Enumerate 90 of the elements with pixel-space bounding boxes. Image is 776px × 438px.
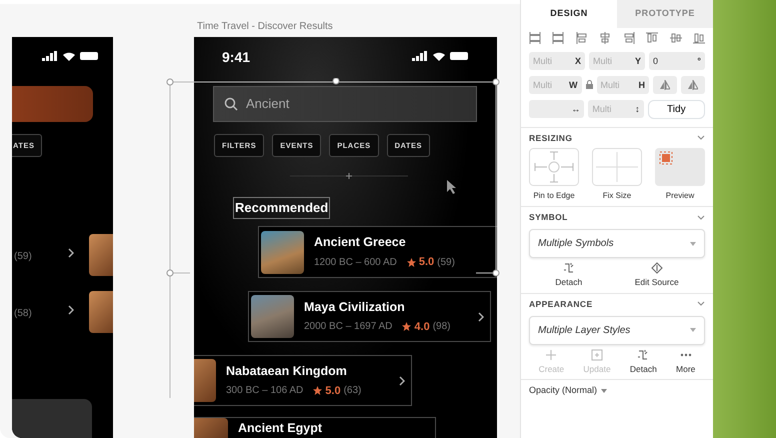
result-card[interactable]: Ancient Greece 1200 BC – 600 AD 5.0 (59)	[258, 226, 497, 278]
pin-to-edge-icon[interactable]	[529, 148, 579, 186]
date-range: 2000 BC – 1697 AD	[304, 320, 392, 334]
artboard-title: Time Travel - Discover Results	[197, 20, 333, 34]
search-field[interactable]: Ancient	[213, 86, 477, 122]
chevron-right-icon	[68, 305, 74, 315]
axis-label: H	[634, 76, 649, 94]
card-title: Maya Civilization	[304, 298, 406, 316]
align-middle-icon[interactable]	[670, 32, 682, 44]
rating-count: (59)	[437, 256, 455, 270]
rating-count: (58)	[14, 307, 32, 321]
resize-preview-icon[interactable]	[655, 148, 705, 186]
number-field[interactable]: Multi	[529, 52, 571, 70]
number-field[interactable]: 0	[649, 52, 694, 70]
rating-count: (59)	[14, 250, 32, 264]
date-range: 1200 BC – 600 AD	[314, 256, 397, 270]
signal-icon	[412, 51, 428, 61]
action-button[interactable]: More	[676, 348, 696, 376]
result-card[interactable]: Maya Civilization 2000 BC – 1697 AD 4.0 (98)	[248, 291, 491, 342]
option-label: Pin to Edge	[533, 190, 575, 202]
section-title: SYMBOL	[529, 211, 568, 224]
caret-icon	[690, 242, 696, 246]
photo-placeholder	[89, 291, 113, 333]
star-icon	[402, 322, 412, 332]
detach-icon	[637, 348, 650, 360]
section-title: APPEARANCE	[529, 298, 593, 310]
spacer-guide-icon	[290, 173, 408, 179]
caret-icon	[601, 389, 608, 393]
search-icon	[224, 97, 238, 111]
photo-placeholder	[261, 230, 304, 274]
align-bottom-icon[interactable]	[692, 32, 705, 44]
photo-placeholder	[251, 295, 294, 338]
chevron-down-icon[interactable]	[697, 300, 705, 308]
number-field[interactable]: Multi	[529, 76, 565, 94]
align-top-icon[interactable]	[646, 32, 658, 44]
diamond-icon	[650, 262, 663, 274]
card-title: Ancient Greece	[314, 234, 407, 252]
number-field[interactable]: Multi	[589, 52, 631, 70]
number-field[interactable]: Multi	[596, 76, 634, 94]
rating-value: 5.0	[418, 255, 434, 270]
cursor-icon	[446, 179, 456, 195]
axis-label: °	[693, 52, 705, 70]
date-range: 300 BC – 106 AD	[226, 384, 304, 398]
option-label: Fix Size	[602, 190, 632, 202]
result-card[interactable]: Ancient Egypt	[194, 417, 436, 438]
action-button[interactable]: Detach	[555, 262, 582, 289]
rating-value: 5.0	[325, 384, 341, 399]
photo-placeholder	[89, 234, 113, 276]
detach-icon	[562, 262, 575, 274]
battery-icon	[80, 51, 100, 61]
axis-label: W	[565, 76, 582, 94]
axis-label: ↕	[631, 100, 644, 118]
align-right-icon[interactable]	[622, 32, 635, 44]
option-label: Preview	[666, 190, 694, 202]
chevron-down-icon[interactable]	[697, 134, 705, 142]
rating-count: (98)	[432, 320, 450, 334]
result-card[interactable]: Nabataean Kingdom 300 BC – 106 AD 5.0 (63)	[194, 355, 412, 406]
flip-button[interactable]	[681, 76, 705, 94]
action-button[interactable]: Edit Source	[634, 262, 679, 289]
caret-icon	[690, 328, 696, 332]
signal-icon	[42, 51, 58, 61]
section-heading: Recommended	[233, 197, 330, 218]
plus-icon	[545, 348, 558, 360]
card-title: Nabataean Kingdom	[226, 362, 348, 380]
section-title: RESIZING	[529, 132, 572, 144]
chevron-right-icon	[68, 248, 74, 258]
star-icon	[406, 258, 416, 267]
square-plus-icon	[591, 348, 603, 360]
axis-label: Y	[630, 52, 645, 70]
action-button[interactable]: Detach	[630, 348, 657, 376]
rating-count: (63)	[344, 384, 362, 398]
lock-icon	[586, 80, 592, 89]
symbol-dropdown[interactable]: Multiple Symbols	[529, 229, 705, 258]
flip-icon	[660, 80, 670, 90]
battery-icon	[450, 51, 470, 61]
tidy-button[interactable]: Tidy	[648, 100, 705, 118]
axis-label: X	[570, 52, 585, 70]
wifi-icon	[432, 51, 446, 61]
wifi-icon	[62, 51, 76, 61]
flip-icon	[688, 80, 698, 90]
chevron-down-icon[interactable]	[697, 214, 705, 222]
flip-button[interactable]	[653, 76, 677, 94]
opacity-label: Opacity (Normal)	[529, 384, 598, 398]
rating-value: 4.0	[414, 320, 430, 335]
star-icon	[313, 386, 322, 396]
axis-label: ↔	[567, 100, 584, 118]
status-time: 9:41	[222, 48, 250, 67]
card-title: Ancient Egypt	[238, 420, 322, 437]
style-dropdown[interactable]: Multiple Layer Styles	[529, 316, 705, 344]
number-field[interactable]: Multi	[588, 100, 632, 118]
